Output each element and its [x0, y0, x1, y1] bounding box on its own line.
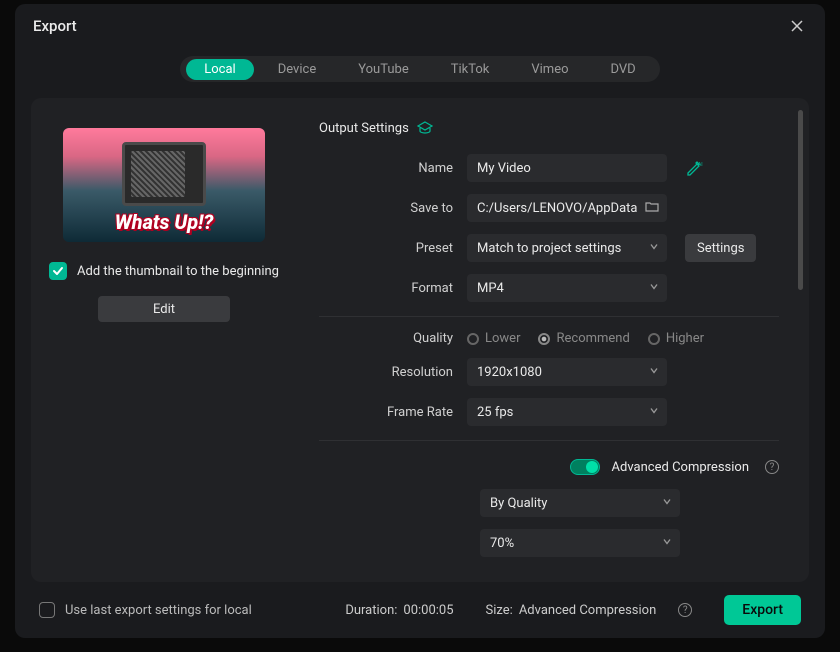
preset-value: Match to project settings: [477, 241, 621, 256]
thumbnail-preview[interactable]: Whats Up!?: [63, 128, 265, 242]
chevron-down-icon: [649, 281, 659, 296]
quality-label: Quality: [319, 331, 467, 346]
thumbnail-overlay-text: Whats Up!?: [63, 210, 265, 234]
adv-level-select[interactable]: 70%: [480, 529, 680, 557]
framerate-label: Frame Rate: [319, 405, 467, 420]
adv-level-value: 70%: [490, 536, 514, 551]
thumbnail-panel: Whats Up!? Add the thumbnail to the begi…: [31, 98, 297, 582]
export-dialog: Export Local Device YouTube TikTok Vimeo…: [15, 4, 825, 638]
preset-select[interactable]: Match to project settings: [467, 234, 667, 262]
tab-vimeo[interactable]: Vimeo: [513, 59, 586, 80]
name-input[interactable]: [467, 154, 667, 182]
output-settings-label: Output Settings: [319, 121, 409, 136]
preset-row: Preset Match to project settings Setting…: [319, 234, 779, 262]
tab-local[interactable]: Local: [186, 59, 253, 80]
format-label: Format: [319, 281, 467, 296]
dialog-body: Whats Up!? Add the thumbnail to the begi…: [15, 98, 825, 582]
quality-lower[interactable]: Lower: [467, 331, 520, 346]
quality-recommend[interactable]: Recommend: [538, 331, 629, 346]
adv-level-row: 70%: [319, 529, 779, 557]
dialog-footer: Use last export settings for local Durat…: [15, 582, 825, 638]
framerate-value: 25 fps: [477, 405, 513, 420]
size-info: Size: Advanced Compression ?: [486, 603, 693, 618]
help-icon[interactable]: ?: [678, 603, 692, 617]
use-last-label: Use last export settings for local: [65, 603, 252, 618]
chevron-down-icon: [649, 365, 659, 380]
tab-device[interactable]: Device: [260, 59, 335, 80]
scrollbar[interactable]: [798, 110, 803, 290]
resolution-value: 1920x1080: [477, 365, 542, 380]
tab-tiktok[interactable]: TikTok: [433, 59, 508, 80]
output-settings-header: Output Settings: [319, 120, 779, 136]
saveto-label: Save to: [319, 201, 467, 216]
folder-icon[interactable]: [645, 199, 659, 217]
adv-mode-select[interactable]: By Quality: [480, 489, 680, 517]
adv-mode-value: By Quality: [490, 496, 547, 511]
advanced-compression-toggle[interactable]: [570, 459, 600, 475]
format-value: MP4: [477, 281, 504, 296]
preset-label: Preset: [319, 241, 467, 256]
name-row: Name AI: [319, 154, 779, 182]
divider: [319, 440, 779, 441]
adv-mode-row: By Quality: [319, 489, 779, 517]
export-tabs: Local Device YouTube TikTok Vimeo DVD: [180, 56, 659, 82]
chevron-down-icon: [649, 405, 659, 420]
advanced-compression-row: Advanced Compression ?: [319, 459, 779, 475]
ai-rename-icon[interactable]: AI: [685, 159, 703, 177]
saveto-value: C:/Users/LENOVO/AppData/R: [477, 201, 637, 216]
chevron-down-icon: [649, 241, 659, 256]
advanced-compression-label: Advanced Compression: [612, 460, 749, 475]
dialog-title: Export: [33, 17, 77, 35]
grad-cap-icon[interactable]: [417, 120, 433, 136]
chevron-down-icon: [662, 536, 672, 551]
quality-higher[interactable]: Higher: [648, 331, 704, 346]
close-icon[interactable]: [787, 16, 807, 36]
tab-youtube[interactable]: YouTube: [340, 59, 427, 80]
edit-thumbnail-button[interactable]: Edit: [98, 296, 230, 322]
framerate-select[interactable]: 25 fps: [467, 398, 667, 426]
use-last-checkbox[interactable]: [39, 602, 55, 618]
preset-settings-button[interactable]: Settings: [685, 234, 756, 262]
quality-row: Quality Lower Recommend Higher: [319, 331, 779, 346]
export-button[interactable]: Export: [724, 595, 801, 625]
framerate-row: Frame Rate 25 fps: [319, 398, 779, 426]
svg-text:AI: AI: [698, 162, 703, 168]
tab-dvd[interactable]: DVD: [593, 59, 654, 80]
settings-panel: Output Settings Name AI Save to C:/Users…: [297, 98, 809, 582]
format-row: Format MP4: [319, 274, 779, 302]
name-label: Name: [319, 161, 467, 176]
saveto-row: Save to C:/Users/LENOVO/AppData/R: [319, 194, 779, 222]
resolution-select[interactable]: 1920x1080: [467, 358, 667, 386]
duration-info: Duration:00:00:05: [345, 603, 453, 618]
divider: [319, 316, 779, 317]
tabs-row: Local Device YouTube TikTok Vimeo DVD: [15, 48, 825, 98]
quality-radios: Lower Recommend Higher: [467, 331, 704, 346]
add-thumbnail-checkbox[interactable]: [49, 262, 67, 280]
add-thumbnail-row: Add the thumbnail to the beginning: [49, 262, 279, 280]
saveto-input[interactable]: C:/Users/LENOVO/AppData/R: [467, 194, 667, 222]
resolution-label: Resolution: [319, 365, 467, 380]
add-thumbnail-label: Add the thumbnail to the beginning: [77, 264, 279, 279]
help-icon[interactable]: ?: [765, 460, 779, 474]
chevron-down-icon: [662, 496, 672, 511]
titlebar: Export: [15, 4, 825, 48]
resolution-row: Resolution 1920x1080: [319, 358, 779, 386]
name-field[interactable]: [477, 161, 657, 176]
format-select[interactable]: MP4: [467, 274, 667, 302]
